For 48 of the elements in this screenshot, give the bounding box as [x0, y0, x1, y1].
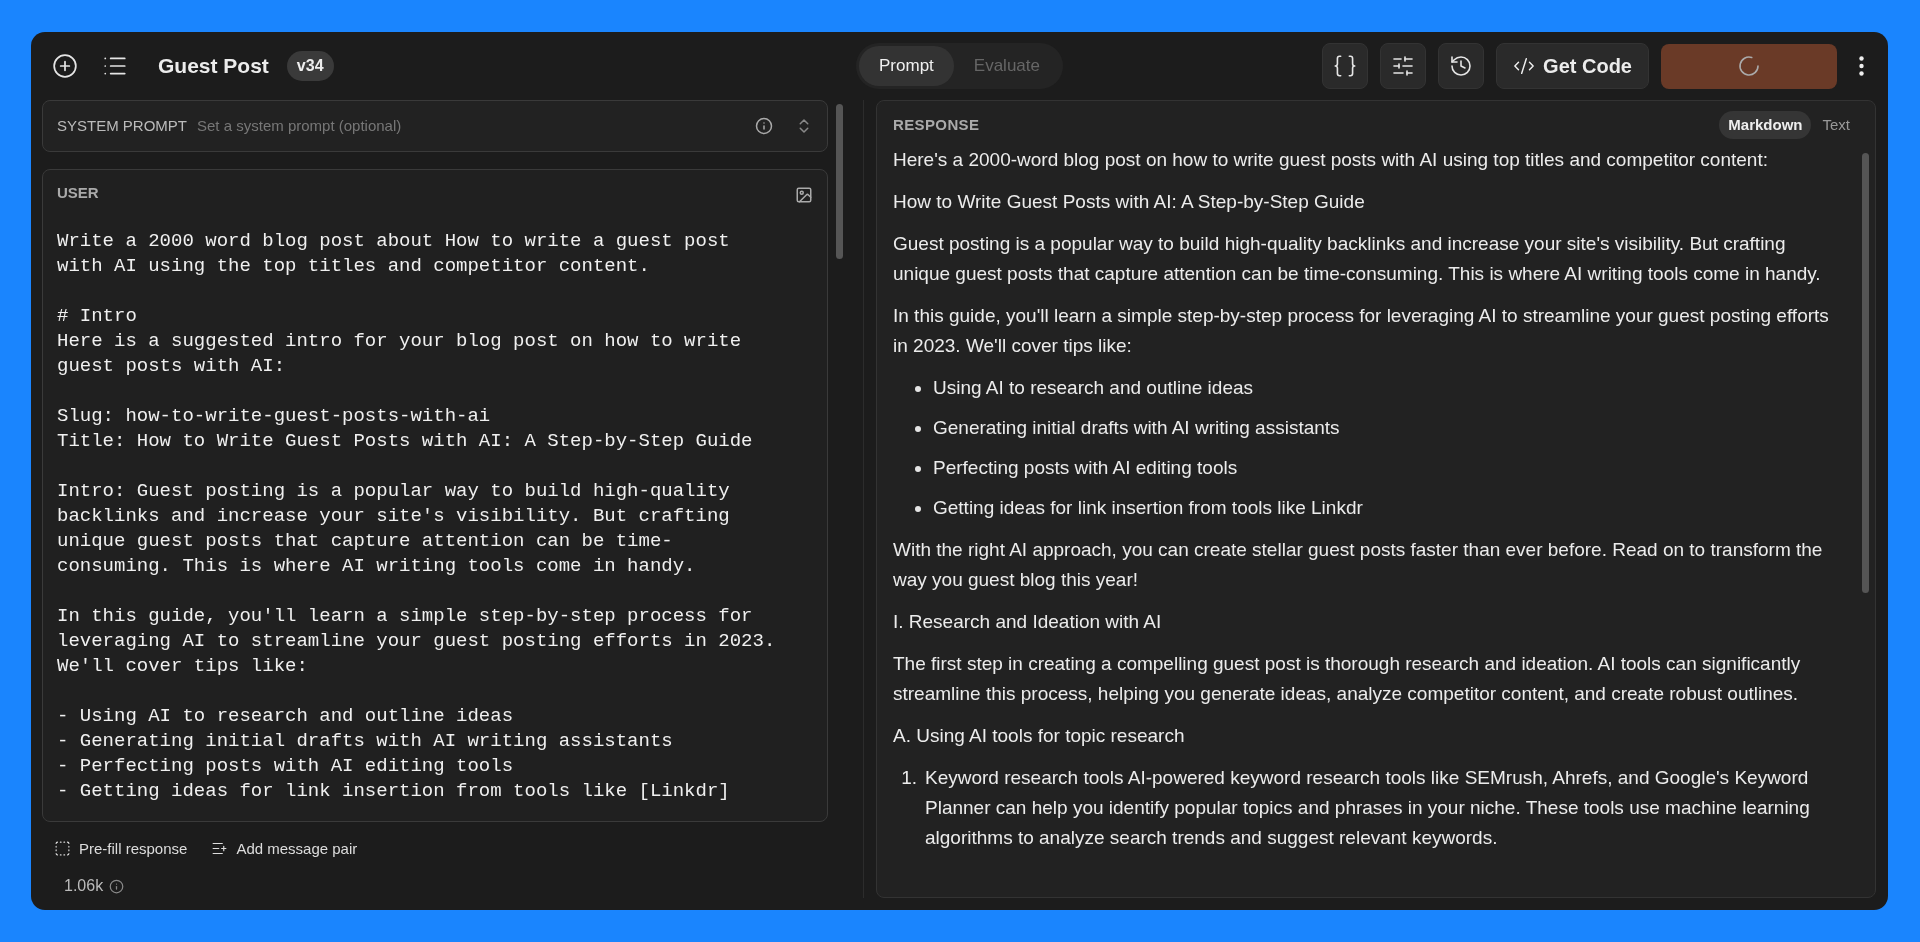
- spinner-icon: [1737, 54, 1761, 78]
- system-prompt-placeholder: Set a system prompt (optional): [197, 115, 403, 136]
- list-item-text: Perfecting posts with AI editing tools: [933, 456, 1238, 480]
- footer-action[interactable]: Pre-fill response: [54, 837, 188, 860]
- image-icon[interactable]: [795, 186, 813, 205]
- bullet-icon: [915, 506, 921, 512]
- message-field[interactable]: Write a 2000 word blog post about How to write a guest post with AI using the top titles and competitor content. # Intro Here is a suggested intro for your blog post on how to write guest posts with AI: Slug: how-to-write-guest-posts-with-ai Title: How to Write Guest Posts with AI: A Step-by-Step Guide Intro: Guest posting is a popular way to build high-quality backlinks and increase your site's visibility. But crafting unique guest posts that capture attention can be time- consuming. This is where AI writing tools come in handy. In this guide, you'll learn a simple step-by-step process for leveraging AI to streamline your guest posting efforts in 2023. We'll cover tips like: - Using AI to research and outline ideas - Generating initial drafts with AI writing assistants - Perfecting posts with AI editing tools - Getting ideas for link insertion from tools like [Linkdr]: [57, 228, 813, 804]
- response-paragraph: A. Using AI tools for topic research: [893, 724, 1186, 748]
- info-icon: [109, 878, 125, 894]
- token-count: 1.06k: [64, 876, 104, 896]
- system-prompt-label: SYSTEM PROMPT: [57, 115, 187, 136]
- prompt-title: Guest Post: [158, 53, 269, 80]
- plus-icon: [52, 53, 78, 79]
- list-item-text: Generating initial drafts with AI writing assistants: [933, 416, 1340, 440]
- more-icon: [1858, 56, 1864, 76]
- format-tab[interactable]: Text: [1813, 111, 1859, 139]
- response-paragraph: The first step in creating a compelling guest post is thorough research and ideation. AI tools can significantly streamline this process, helping you generate ideas, analyze competitor content, and create robust outlines.: [893, 652, 1802, 706]
- settings-button[interactable]: [1380, 43, 1427, 89]
- history-icon: [1449, 54, 1474, 78]
- get-code-button[interactable]: Get Code: [1496, 43, 1649, 89]
- code-icon: [1513, 55, 1536, 77]
- list-item-text: Keyword research tools AI-powered keyword research tools like SEMrush, Ahrefs, and Google's Keyword Planner can help you identify popular topics and phrases in your niche. These tools use machine learning algorithms to analyze search trends and suggest relevant keywords.: [925, 766, 1811, 850]
- response-paragraph: Here's a 2000-word blog post on how to write guest posts with AI using top titles and competitor content:: [893, 148, 1769, 172]
- dashed-square-icon: [54, 840, 71, 858]
- version-badge: v34: [286, 51, 334, 81]
- footer-action[interactable]: Add message pair: [211, 837, 358, 860]
- response-label: RESPONSE: [893, 114, 980, 135]
- user-label: USER: [57, 183, 99, 203]
- response-paragraph: With the right AI approach, you can create stellar guest posts faster than ever before. Read on to transform the way you guest blog this year!: [893, 538, 1824, 592]
- history-button[interactable]: [1438, 43, 1485, 89]
- list-item-text: Getting ideas for link insertion from tools like Linkdr: [933, 496, 1363, 520]
- mode-tab[interactable]: Prompt: [859, 46, 954, 86]
- format-tab[interactable]: Markdown: [1719, 111, 1812, 139]
- scrollbar[interactable]: [1862, 153, 1869, 593]
- list-number: 1.: [900, 766, 918, 790]
- bullet-icon: [915, 426, 921, 432]
- response-paragraph: How to Write Guest Posts with AI: A Step-by-Step Guide: [893, 190, 1366, 214]
- bullet-icon: [915, 386, 921, 392]
- response-paragraph: I. Research and Ideation with AI: [893, 610, 1163, 634]
- braces-button[interactable]: [1322, 43, 1369, 89]
- sliders-icon: [1391, 54, 1416, 78]
- response-paragraph: Guest posting is a popular way to build high-quality backlinks and increase your site's visibility. But crafting unique guest posts that capture attention can be time-consuming. This is where AI writing tools come in handy.: [893, 232, 1822, 286]
- scrollbar[interactable]: [836, 104, 843, 259]
- system-prompt-field[interactable]: SYSTEM PROMPT Set a system prompt (optional): [42, 100, 828, 152]
- list-item-text: Using AI to research and outline ideas: [933, 376, 1254, 400]
- info-icon: [755, 117, 773, 135]
- bullet-icon: [915, 466, 921, 472]
- response-paragraph: In this guide, you'll learn a simple step-by-step process for leveraging AI to streamline your guest posting efforts in 2023. We'll cover tips like:: [893, 304, 1830, 358]
